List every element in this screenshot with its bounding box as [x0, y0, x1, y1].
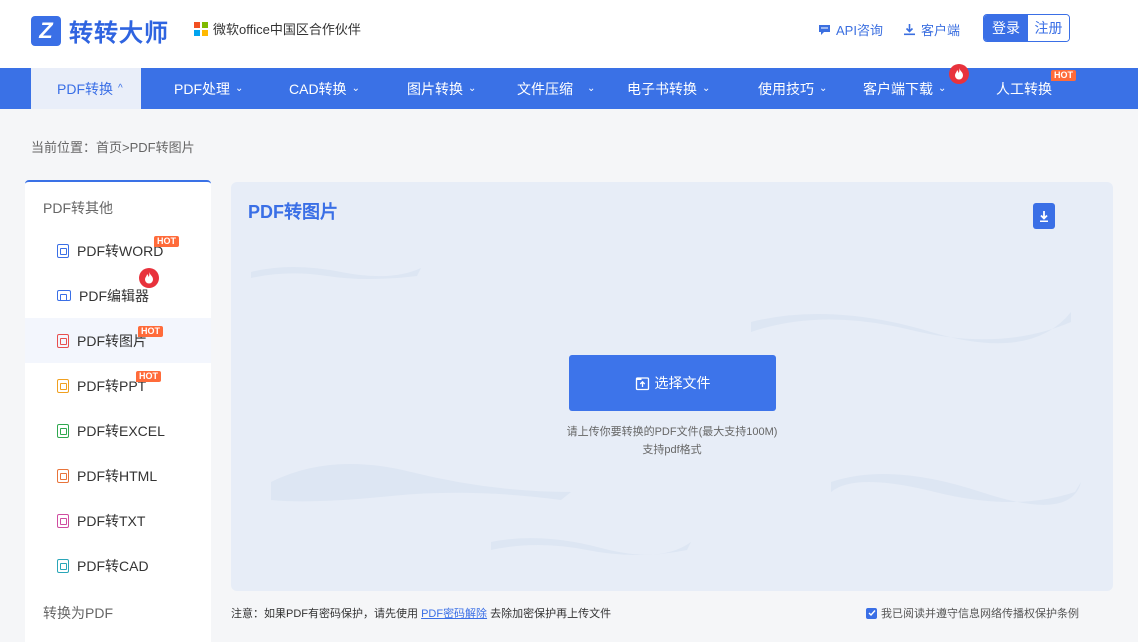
top-header: Z 转转大师 微软office中国区合作伙伴 API咨询 客户端 登录 注册 [0, 0, 1138, 68]
nav-tips[interactable]: 使用技巧 ⌄ [758, 68, 827, 109]
agreement[interactable]: 我已阅读并遵守信息网络传播权保护条例 [866, 605, 1079, 621]
password-note: 注意：如果PDF有密码保护，请先使用 PDF密码解除 去除加密保护再上传文件 [231, 605, 611, 621]
note-suffix: 去除加密保护再上传文件 [490, 608, 611, 620]
check-icon [868, 609, 876, 617]
nav-file-compress[interactable]: 文件压缩 ⌄ [517, 68, 595, 109]
choose-file-label: 选择文件 [655, 373, 711, 393]
upload-panel: PDF转图片 选择文件 请上传你要转换的PDF文件(最大支持100M) 支持pd… [231, 182, 1113, 591]
sidebar-item-pdf-to-txt[interactable]: PDF转TXT [25, 498, 211, 543]
hot-badge: HOT [154, 236, 179, 247]
chevron-down-icon: ⌄ [468, 83, 476, 94]
sidebar-item-pdf-to-ppt[interactable]: PDF转PPT [25, 363, 211, 408]
main-nav: PDF转换 ^ PDF处理 ⌄ CAD转换 ⌄ 图片转换 ⌄ 文件压缩 ⌄ 电子… [0, 68, 1138, 109]
nav-manual-convert[interactable]: 人工转换 [996, 68, 1052, 109]
api-consult-label: API咨询 [836, 20, 883, 39]
client-download-link[interactable]: 客户端 [903, 20, 960, 39]
upload-file-icon [635, 376, 650, 391]
chevron-down-icon: ⌄ [352, 83, 360, 94]
chat-icon [818, 24, 831, 36]
logo-text: 转转大师 [69, 13, 169, 48]
html-file-icon [57, 469, 69, 483]
txt-file-icon [57, 514, 69, 528]
partner-badge: 微软office中国区合作伙伴 [194, 19, 361, 38]
upload-hint: 请上传你要转换的PDF文件(最大支持100M) [231, 423, 1113, 439]
chevron-down-icon: ⌄ [587, 83, 595, 94]
sidebar-item-label: PDF转HTML [77, 466, 157, 486]
nav-ebook-convert[interactable]: 电子书转换 ⌄ [627, 68, 710, 109]
logo[interactable]: Z 转转大师 [31, 13, 169, 48]
nav-pdf-convert[interactable]: PDF转换 ^ [31, 68, 141, 109]
sidebar-group-to-pdf: 转换为PDF [43, 603, 113, 623]
sidebar-item-label: PDF编辑器 [79, 286, 149, 306]
api-consult-link[interactable]: API咨询 [818, 20, 883, 39]
hot-badge: HOT [1051, 70, 1076, 81]
sidebar-item-pdf-to-html[interactable]: PDF转HTML [25, 453, 211, 498]
nav-pdf-process[interactable]: PDF处理 ⌄ [174, 68, 243, 109]
download-button[interactable] [1033, 203, 1055, 229]
chevron-down-icon: ⌄ [702, 83, 710, 94]
client-download-label: 客户端 [921, 20, 960, 39]
breadcrumb: 当前位置：首页>PDF转图片 [31, 137, 195, 156]
sidebar-item-pdf-to-word[interactable]: PDF转WORD [25, 228, 211, 273]
nav-label: PDF转换 [57, 79, 113, 99]
nav-cad-convert[interactable]: CAD转换 ⌄ [289, 68, 360, 109]
panel-title: PDF转图片 [248, 198, 338, 224]
hot-badge: HOT [136, 371, 161, 382]
sidebar-item-pdf-to-excel[interactable]: PDF转EXCEL [25, 408, 211, 453]
nav-label: 使用技巧 [758, 79, 814, 99]
nav-client-download[interactable]: 客户端下载 ⌄ [863, 68, 946, 109]
agreement-checkbox[interactable] [866, 608, 877, 619]
sidebar-item-label: PDF转CAD [77, 556, 149, 576]
sidebar-item-label: PDF转TXT [77, 511, 145, 531]
fire-icon [139, 268, 159, 288]
nav-label: 客户端下载 [863, 79, 933, 99]
sidebar-item-pdf-editor[interactable]: PDF编辑器 [25, 273, 211, 318]
choose-file-button[interactable]: 选择文件 [569, 355, 776, 411]
word-file-icon [57, 244, 69, 258]
chevron-down-icon: ⌄ [235, 83, 243, 94]
nav-label: CAD转换 [289, 79, 347, 99]
download-icon [903, 23, 916, 36]
logo-mark: Z [31, 16, 61, 46]
nav-label: 文件压缩 [517, 79, 573, 99]
cad-file-icon [57, 559, 69, 573]
nav-label: 电子书转换 [627, 79, 697, 99]
nav-label: 人工转换 [996, 79, 1052, 99]
excel-file-icon [57, 424, 69, 438]
monitor-icon [57, 290, 71, 301]
format-hint: 支持pdf格式 [231, 441, 1113, 457]
download-icon [1038, 210, 1050, 223]
hot-badge: HOT [138, 326, 163, 337]
login-button[interactable]: 登录 [984, 15, 1028, 41]
nav-label: PDF处理 [174, 79, 230, 99]
microsoft-icon [194, 22, 208, 36]
chevron-down-icon: ⌄ [938, 83, 946, 94]
nav-label: 图片转换 [407, 79, 463, 99]
sidebar-group-pdf-to-other: PDF转其他 [43, 198, 113, 218]
pdf-unlock-link[interactable]: PDF密码解除 [421, 608, 487, 620]
ppt-file-icon [57, 379, 69, 393]
chevron-up-icon: ^ [118, 83, 123, 94]
note-prefix: 注意：如果PDF有密码保护，请先使用 [231, 608, 418, 620]
sidebar-item-pdf-to-cad[interactable]: PDF转CAD [25, 543, 211, 588]
auth-group: 登录 注册 [983, 14, 1070, 42]
sidebar-item-label: PDF转图片 [77, 331, 147, 351]
sidebar: PDF转其他 PDF转WORD HOT PDF编辑器 PDF转图片 HOT PD… [25, 180, 211, 642]
partner-text: 微软office中国区合作伙伴 [213, 19, 361, 38]
agreement-label: 我已阅读并遵守信息网络传播权保护条例 [881, 605, 1079, 621]
nav-image-convert[interactable]: 图片转换 ⌄ [407, 68, 476, 109]
sidebar-item-label: PDF转WORD [77, 241, 163, 261]
fire-icon [949, 64, 969, 84]
chevron-down-icon: ⌄ [819, 83, 827, 94]
register-button[interactable]: 注册 [1028, 15, 1069, 41]
sidebar-item-label: PDF转EXCEL [77, 421, 165, 441]
image-file-icon [57, 334, 69, 348]
sidebar-item-pdf-to-image[interactable]: PDF转图片 [25, 318, 211, 363]
